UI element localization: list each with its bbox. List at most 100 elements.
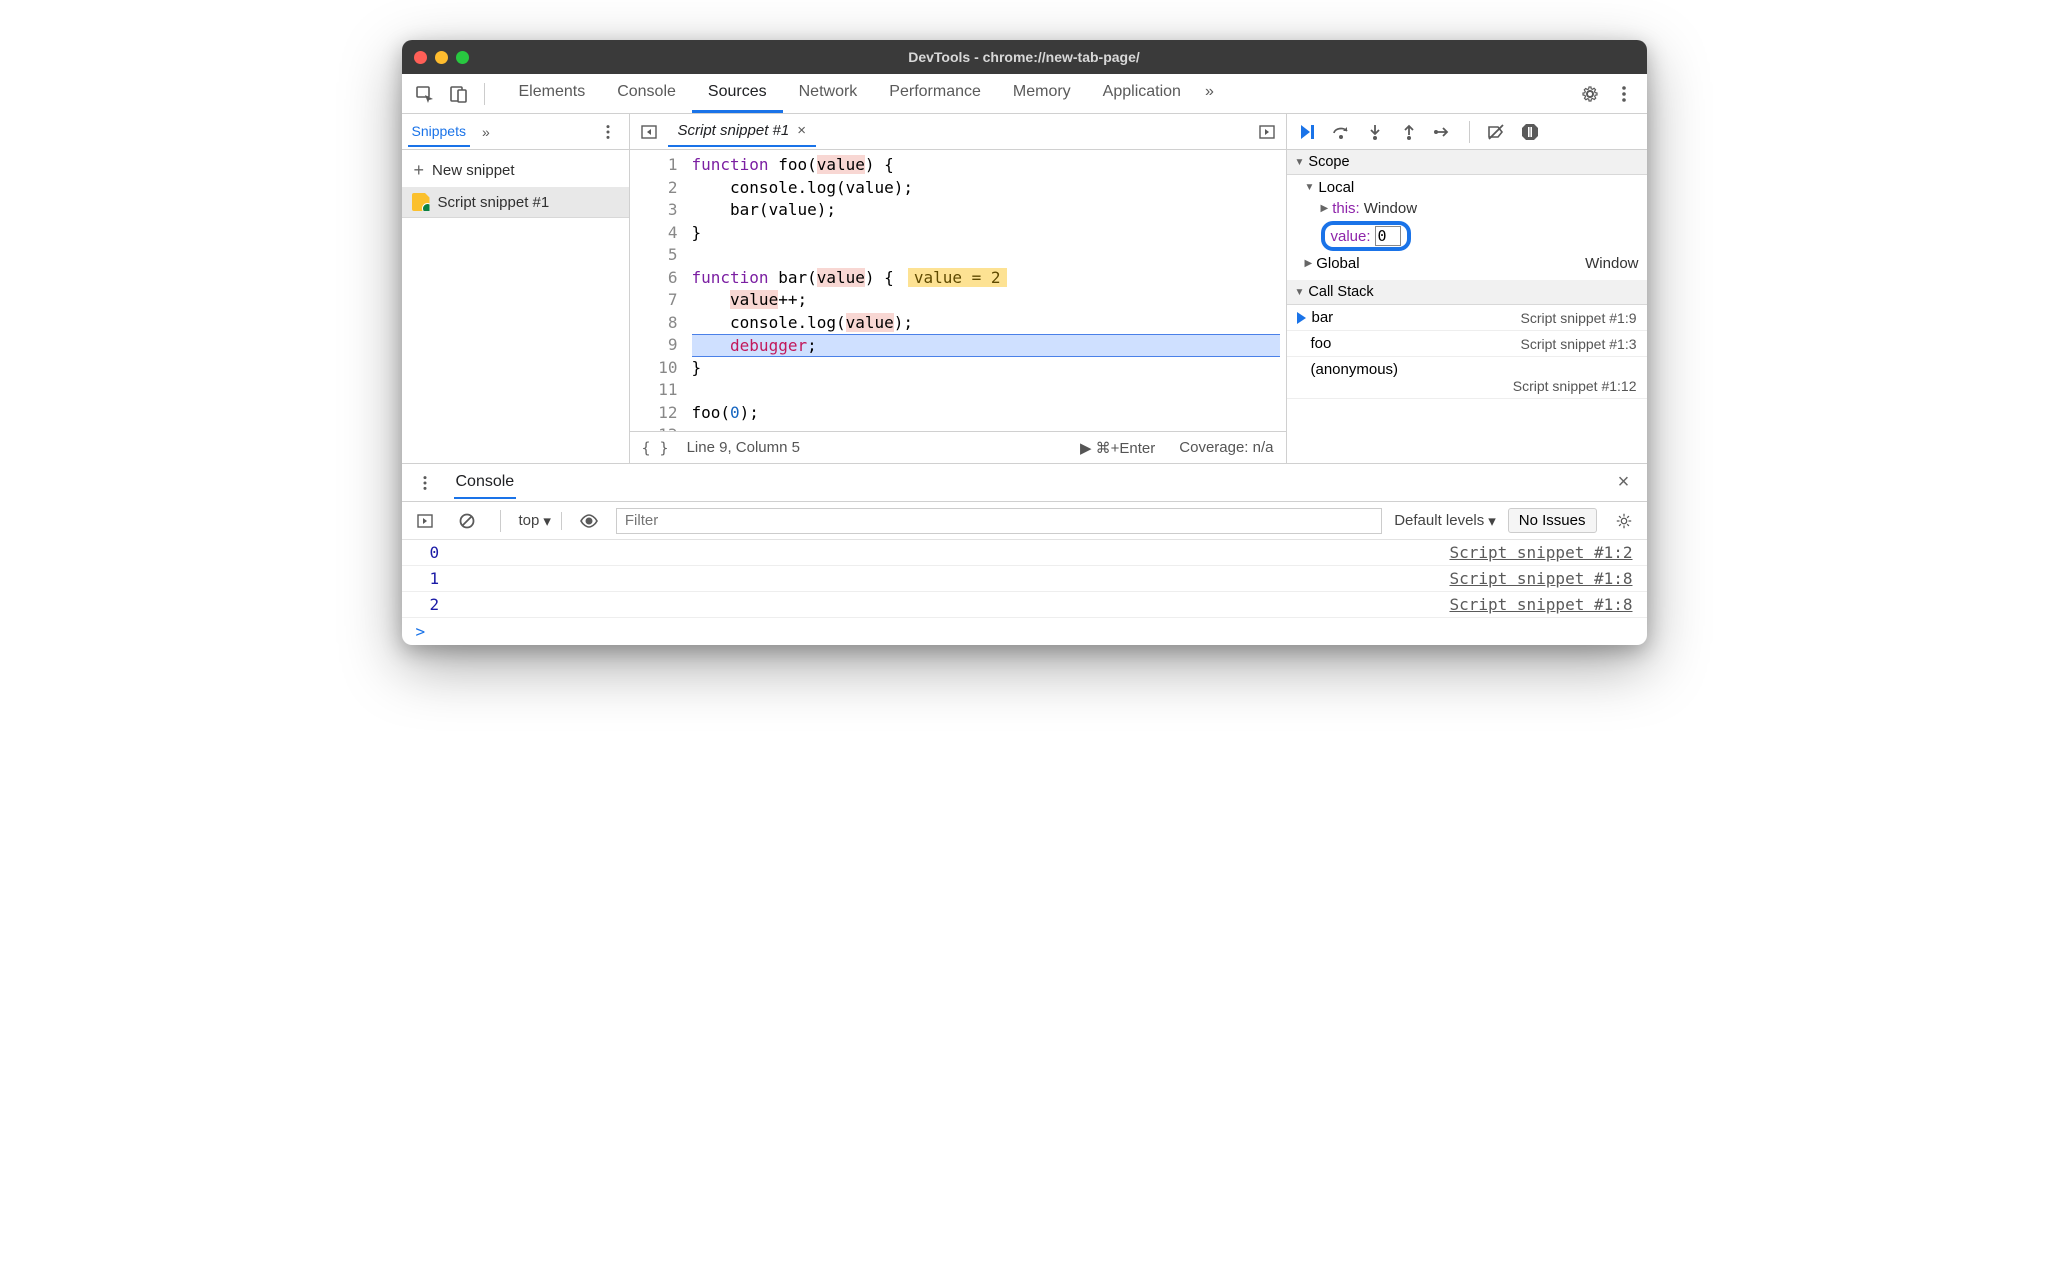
separator	[1469, 121, 1470, 143]
navigator-tabs: Snippets »	[402, 114, 629, 150]
tab-memory[interactable]: Memory	[997, 74, 1087, 113]
more-menu-icon[interactable]	[1609, 79, 1639, 109]
main-tabs: Elements Console Sources Network Perform…	[503, 74, 1222, 113]
drawer-tabbar: Console ×	[402, 464, 1647, 502]
titlebar: DevTools - chrome://new-tab-page/	[402, 40, 1647, 74]
editor-file-tab[interactable]: Script snippet #1 ×	[668, 116, 817, 147]
devtools-window: DevTools - chrome://new-tab-page/ Elemen…	[402, 40, 1647, 645]
console-log-row[interactable]: 1 Script snippet #1:8	[402, 566, 1647, 592]
console-log-row[interactable]: 0 Script snippet #1:2	[402, 540, 1647, 566]
navigator-more-icon[interactable]	[593, 117, 623, 147]
resume-icon[interactable]	[1293, 117, 1321, 147]
callstack-header[interactable]: ▼ Call Stack	[1287, 280, 1647, 305]
console-output: 0 Script snippet #1:2 1 Script snippet #…	[402, 540, 1647, 645]
console-filter-input[interactable]	[616, 508, 1382, 534]
plus-icon: +	[414, 160, 425, 181]
code-editor[interactable]: 12345678910111213 function foo(value) { …	[630, 150, 1286, 431]
tab-network[interactable]: Network	[783, 74, 874, 113]
disclosure-triangle-icon: ▼	[1295, 157, 1305, 168]
callstack-frame[interactable]: foo Script snippet #1:3	[1287, 331, 1647, 357]
snippet-item[interactable]: Script snippet #1	[402, 187, 629, 218]
console-source-link[interactable]: Script snippet #1:2	[1449, 543, 1632, 562]
code-lines: function foo(value) { console.log(value)…	[686, 150, 1286, 431]
editor-file-tab-label: Script snippet #1	[678, 122, 790, 139]
tab-console[interactable]: Console	[601, 74, 692, 113]
new-snippet-label: New snippet	[432, 162, 515, 179]
value-edit-highlight: value:	[1321, 221, 1411, 251]
new-snippet-button[interactable]: + New snippet	[402, 154, 629, 187]
console-toolbar: top▾ Default levels▾ No Issues	[402, 502, 1647, 540]
pause-on-exceptions-icon[interactable]	[1516, 117, 1544, 147]
scope-body: ▼ Local ▶ this: Window value: ▶ Global	[1287, 175, 1647, 280]
scope-header[interactable]: ▼ Scope	[1287, 150, 1647, 175]
cursor-position: Line 9, Column 5	[687, 439, 800, 456]
current-execution-line: debugger;	[692, 334, 1280, 357]
live-expression-icon[interactable]	[574, 506, 604, 536]
step-into-icon[interactable]	[1361, 117, 1389, 147]
console-source-link[interactable]: Script snippet #1:8	[1449, 595, 1632, 614]
window-title: DevTools - chrome://new-tab-page/	[402, 49, 1647, 65]
navigator-tab-snippets[interactable]: Snippets	[408, 117, 470, 147]
debugger-toolbar	[1287, 114, 1647, 150]
step-over-icon[interactable]	[1327, 117, 1355, 147]
step-icon[interactable]	[1429, 117, 1457, 147]
log-levels-selector[interactable]: Default levels▾	[1394, 512, 1496, 530]
context-selector[interactable]: top▾	[519, 512, 562, 530]
disclosure-triangle-icon: ▼	[1295, 287, 1305, 298]
console-source-link[interactable]: Script snippet #1:8	[1449, 569, 1632, 588]
debugger-panel: ▼ Scope ▼ Local ▶ this: Window value:	[1287, 114, 1647, 463]
callstack-frame[interactable]: (anonymous) Script snippet #1:12	[1287, 357, 1647, 399]
console-prompt[interactable]: >	[402, 618, 1647, 645]
show-navigator-icon[interactable]	[634, 117, 664, 147]
separator	[484, 83, 485, 105]
callstack-frame[interactable]: bar Script snippet #1:9	[1287, 305, 1647, 331]
zoom-window-button[interactable]	[456, 51, 469, 64]
editor-status-bar: { } Line 9, Column 5 ▶ ⌘+Enter Coverage:…	[630, 431, 1286, 463]
coverage-status: Coverage: n/a	[1179, 439, 1273, 456]
run-snippet-button[interactable]: ▶ ⌘+Enter	[1080, 439, 1155, 457]
tab-elements[interactable]: Elements	[503, 74, 602, 113]
issues-button[interactable]: No Issues	[1508, 508, 1597, 533]
scope-local-header[interactable]: ▼ Local	[1287, 177, 1647, 198]
step-out-icon[interactable]	[1395, 117, 1423, 147]
tabs-overflow-icon[interactable]: »	[1197, 74, 1222, 113]
navigator-tabs-overflow-icon[interactable]: »	[478, 118, 494, 146]
scope-value-row[interactable]: value:	[1287, 219, 1647, 253]
sources-body: Snippets » + New snippet Script snippet …	[402, 114, 1647, 464]
scope-title: Scope	[1308, 154, 1349, 170]
traffic-lights	[414, 51, 469, 64]
drawer-tab-console[interactable]: Console	[454, 467, 517, 499]
scope-global-row[interactable]: ▶ Global Window	[1287, 253, 1647, 274]
console-settings-gear-icon[interactable]	[1609, 506, 1639, 536]
callstack-title: Call Stack	[1308, 284, 1373, 300]
console-log-row[interactable]: 2 Script snippet #1:8	[402, 592, 1647, 618]
chevron-down-icon: ▾	[1488, 512, 1496, 530]
close-file-tab-icon[interactable]: ×	[797, 122, 806, 139]
minimize-window-button[interactable]	[435, 51, 448, 64]
clear-console-icon[interactable]	[452, 506, 482, 536]
snippets-list: + New snippet Script snippet #1	[402, 150, 629, 218]
deactivate-breakpoints-icon[interactable]	[1482, 117, 1510, 147]
editor-tabs: Script snippet #1 ×	[630, 114, 1286, 150]
drawer-close-icon[interactable]: ×	[1609, 468, 1639, 498]
snippet-item-label: Script snippet #1	[438, 194, 550, 211]
pretty-print-icon[interactable]: { }	[642, 439, 669, 457]
main-tabbar: Elements Console Sources Network Perform…	[402, 74, 1647, 114]
tab-sources[interactable]: Sources	[692, 74, 783, 113]
device-toolbar-icon[interactable]	[444, 79, 474, 109]
callstack-body: bar Script snippet #1:9 foo Script snipp…	[1287, 305, 1647, 399]
scope-value-input[interactable]	[1375, 226, 1401, 246]
scope-this-row[interactable]: ▶ this: Window	[1287, 198, 1647, 219]
line-gutter: 12345678910111213	[630, 150, 686, 431]
drawer-more-icon[interactable]	[410, 468, 440, 498]
tab-performance[interactable]: Performance	[873, 74, 997, 113]
console-sidebar-toggle-icon[interactable]	[410, 506, 440, 536]
inspect-element-icon[interactable]	[410, 79, 440, 109]
tab-application[interactable]: Application	[1087, 74, 1197, 113]
close-window-button[interactable]	[414, 51, 427, 64]
editor-panel: Script snippet #1 × 12345678910111213 fu…	[630, 114, 1287, 463]
show-debugger-icon[interactable]	[1252, 117, 1282, 147]
inline-value-hint: value = 2	[908, 268, 1007, 287]
snippet-file-icon	[412, 193, 430, 211]
settings-gear-icon[interactable]	[1575, 79, 1605, 109]
